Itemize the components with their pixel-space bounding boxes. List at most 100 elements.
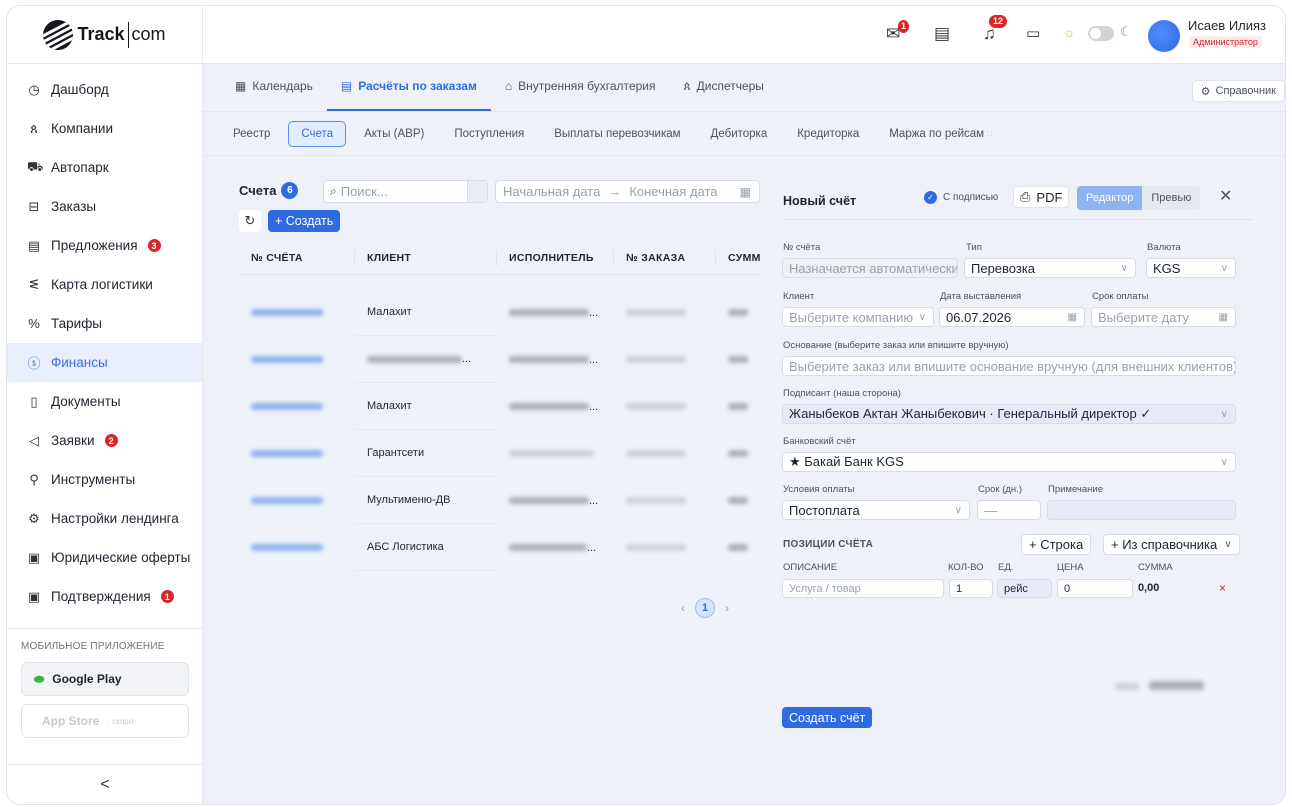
create-invoice-submit-button[interactable]: Создать счёт [782, 707, 873, 728]
client-select[interactable]: Выберите компанию ∨ [782, 307, 934, 327]
table-row[interactable]: Малахит ... [239, 289, 761, 336]
chat-icon[interactable]: ▭ [1026, 24, 1040, 42]
add-from-catalog-button[interactable]: + Из справочника ∨ [1103, 534, 1240, 555]
payment-days-input[interactable]: — [977, 500, 1041, 520]
table-row[interactable]: Малахит ... [239, 383, 761, 430]
subtab-invoices[interactable]: Счета [288, 120, 347, 147]
issue-date-field[interactable]: 06.07.2026 ▦ [939, 307, 1085, 327]
file-icon: ▯ [30, 393, 38, 409]
chevron-down-icon: ∨ [1220, 262, 1228, 274]
doc-icon: ▤ [340, 79, 353, 93]
tab-dispatchers[interactable]: ጰ Диспетчеры [669, 63, 777, 111]
users-icon: ጰ [683, 78, 691, 93]
create-invoice-button[interactable]: + Создать [268, 210, 341, 232]
subtab-payables[interactable]: Кредиторка [782, 121, 874, 147]
refresh-button[interactable]: ↻ [239, 210, 261, 232]
table-row[interactable]: АБС Логистика ... [239, 524, 761, 571]
invoice-number-field: Назначается автоматически [782, 258, 958, 278]
sidebar-item-documents[interactable]: ▯ Документы [7, 382, 202, 421]
sidebar-item-companies[interactable]: ጰ Компании [7, 109, 202, 148]
item-description-input[interactable]: Услуга / товар [782, 579, 944, 598]
currency-select[interactable]: KGS ∨ [1146, 258, 1236, 278]
search-input[interactable]: ⌕ Поиск... [323, 180, 488, 203]
sidebar-item-logistics-map[interactable]: ᓬ Карта логистики [7, 265, 202, 304]
tab-order-settlements[interactable]: ▤ Расчёты по заказам [326, 63, 491, 111]
add-row-button[interactable]: + Строка [1021, 534, 1092, 555]
document-icon[interactable]: ▤ [934, 24, 950, 44]
route-icon: ᓬ [29, 276, 39, 292]
editor-tab[interactable]: Редактор [1077, 186, 1143, 210]
collapse-sidebar-button[interactable]: < [7, 764, 203, 804]
notification-badge: 12 [989, 15, 1008, 28]
gauge-icon: ◷ [28, 81, 40, 97]
type-select[interactable]: Перевозка ∨ [964, 258, 1136, 278]
due-date-field[interactable]: Выберите дату ▦ [1091, 307, 1236, 327]
item-price-input[interactable]: 0 [1057, 579, 1133, 598]
chevron-left-icon: < [100, 775, 110, 793]
subtab-trip-margin[interactable]: Маржа по рейсам □ [874, 121, 1007, 147]
tab-internal-accounting[interactable]: ⌂ Внутренняя бухгалтерия [491, 63, 670, 111]
sidebar-item-legal-offers[interactable]: ▣ Юридические оферты [7, 538, 202, 577]
new-invoice-panel: Новый счёт ✓ С подписью ⎙ PDF Редактор Пр… [761, 174, 1261, 728]
next-page-icon[interactable]: › [725, 601, 729, 615]
subtab-carrier-payments[interactable]: Выплаты перевозчикам [539, 121, 695, 147]
basis-input[interactable]: Выберите заказ или впишите основание вру… [782, 356, 1236, 376]
payment-terms-select[interactable]: Постоплата ∨ [782, 500, 970, 520]
preview-tab[interactable]: Превью [1142, 186, 1200, 210]
sidebar-item-landing-settings[interactable]: ⚙ Настройки лендинга [7, 499, 202, 538]
printer-icon: ⎙ [1020, 189, 1031, 204]
theme-toggle[interactable] [1088, 26, 1114, 41]
panel-title: Новый счёт [783, 194, 857, 208]
sidebar-item-dashboard[interactable]: ◷ Дашборд [7, 70, 202, 109]
item-quantity-input[interactable]: 1 [949, 579, 993, 598]
sidebar-item-orders[interactable]: ⊟ Заказы [7, 187, 202, 226]
user-role-badge: Администратор [1189, 36, 1262, 48]
note-input[interactable] [1047, 500, 1236, 520]
percent-icon: % [28, 316, 40, 331]
sidebar-item-tariffs[interactable]: % Тарифы [7, 304, 202, 343]
pdf-button[interactable]: ⎙ PDF [1013, 186, 1070, 208]
page-1-button[interactable]: 1 [695, 598, 715, 618]
logo-text: Track [77, 24, 125, 44]
bank-account-select[interactable]: ★ Бакай Банк KGS ∨ [782, 452, 1236, 472]
check-doc-icon: ▣ [27, 588, 41, 604]
avatar[interactable] [1148, 20, 1180, 52]
chevron-down-icon: ∨ [1120, 262, 1128, 274]
date-range-picker[interactable]: Начальная дата → Конечная дата ▦ [495, 180, 760, 203]
sidebar-item-tools[interactable]: ⚲ Инструменты [7, 460, 202, 499]
item-unit-input[interactable]: рейс [997, 579, 1052, 598]
sidebar-item-requests[interactable]: ◁ Заявки 2 [7, 421, 202, 460]
requests-badge: 2 [104, 434, 118, 447]
logo-icon [43, 19, 74, 50]
calendar-icon: ▦ [1067, 311, 1077, 323]
signer-select[interactable]: Жаныбеков Актан Жаныбекович · Генеральны… [782, 404, 1236, 424]
subtab-registry[interactable]: Реестр [221, 121, 285, 147]
gear-icon: ⚙ [28, 510, 40, 526]
item-sum: 0,00 [1138, 582, 1160, 594]
invoices-title: Счета 6 [239, 182, 299, 199]
user-name[interactable]: Исаев Илияз [1188, 18, 1266, 33]
remove-row-icon[interactable]: × [1219, 581, 1226, 595]
google-play-button[interactable]: ⬬ Google Play [21, 662, 189, 696]
subtab-receipts[interactable]: Поступления [439, 121, 539, 147]
tab-calendar[interactable]: ▦ Календарь [221, 63, 327, 111]
sidebar-item-finance[interactable]: ⓢ Финансы [7, 343, 202, 382]
logo[interactable]: Track com [7, 6, 202, 64]
with-signature-checkbox[interactable]: ✓ С подписью [924, 191, 998, 204]
logo-text-suffix: com [131, 24, 166, 44]
sidebar-item-offers[interactable]: ▤ Предложения 3 [7, 226, 202, 265]
reference-button[interactable]: ⚙ Справочник [1191, 80, 1285, 102]
sidebar-item-confirmations[interactable]: ▣ Подтверждения 1 [7, 577, 202, 616]
table-row[interactable]: Гарантсети [239, 430, 761, 477]
confirmations-badge: 1 [160, 590, 174, 603]
topbar: ✉ 1 ▤ ♫ 12 ▭ ☼ ☾ Исаев Илияз Администрат… [203, 6, 1285, 64]
table-row[interactable]: ... ... [239, 336, 761, 383]
sidebar-nav: ◷ Дашборд ጰ Компании ⛟ Автопарк ⊟ Заказы ▤ Пр… [7, 64, 202, 616]
subtab-receivables[interactable]: Дебиторка [696, 121, 783, 147]
prev-page-icon[interactable]: ‹ [681, 601, 685, 615]
sidebar-item-fleet[interactable]: ⛟ Автопарк [7, 148, 202, 187]
start-date: Начальная дата [503, 184, 601, 199]
subtab-acts[interactable]: Акты (АВР) [349, 121, 439, 147]
table-row[interactable]: Мультименю-ДВ ... [239, 477, 761, 524]
close-icon[interactable]: ✕ [1219, 186, 1232, 206]
